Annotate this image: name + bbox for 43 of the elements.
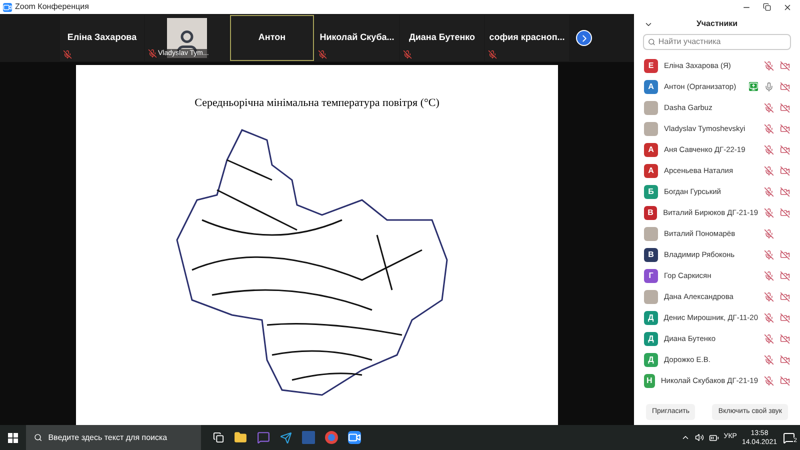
tile-name: софия краснoп... [489,31,565,44]
avatar: Д [644,310,658,324]
window-title: Zoom Конференция [15,1,89,13]
folder-icon[interactable] [234,431,247,444]
tile-name: Диана Бутенко [408,31,476,44]
map-title: Середньорічна мінімальна температура повітря (°С) [194,96,440,111]
battery-icon[interactable] [708,432,719,442]
avatar: Е [644,58,658,72]
avatar-photo-placeholder [644,226,658,240]
avatar: Д [644,332,658,346]
search-box[interactable]: Найти участника [643,34,791,50]
avatar: Д [644,352,658,366]
paper-plane-icon[interactable] [280,432,292,444]
tile-name: Антон [258,31,286,44]
chat-icon[interactable] [257,431,270,444]
avatar: А [644,164,658,178]
video-camera-icon[interactable] [348,431,361,444]
close-icon[interactable] [783,2,792,12]
taskbar-search-box[interactable]: Введите здесь текст для поиска [26,425,201,450]
task-view-icon[interactable] [213,432,224,443]
avatar: В [644,206,658,220]
avatar-photo-placeholder [644,100,658,114]
chevron-up-icon[interactable] [680,433,690,442]
restore-icon[interactable] [763,3,771,11]
taskbar-search-field[interactable]: Введите здесь текст для поиска [48,432,193,444]
search-icon [34,433,42,442]
avatar: Н [644,374,655,388]
avatar: А [644,80,658,94]
search-field[interactable]: Найти участника [658,36,786,48]
tile-name: Еліна Захарова [67,31,137,44]
app-icon [3,2,12,12]
panel-title: Участники [695,18,739,30]
speaker-icon[interactable] [694,433,704,442]
search-icon [648,38,656,46]
next-page-button[interactable] [576,30,592,46]
tile-name: Николай Скуба... [320,31,394,44]
avatar-photo-placeholder [644,290,658,304]
avatar: В [644,248,658,262]
avatar: А [644,142,658,156]
avatar-photo-placeholder [644,122,658,136]
notification-icon [783,432,795,444]
avatar: Г [644,268,658,282]
avatar: Б [644,184,658,198]
